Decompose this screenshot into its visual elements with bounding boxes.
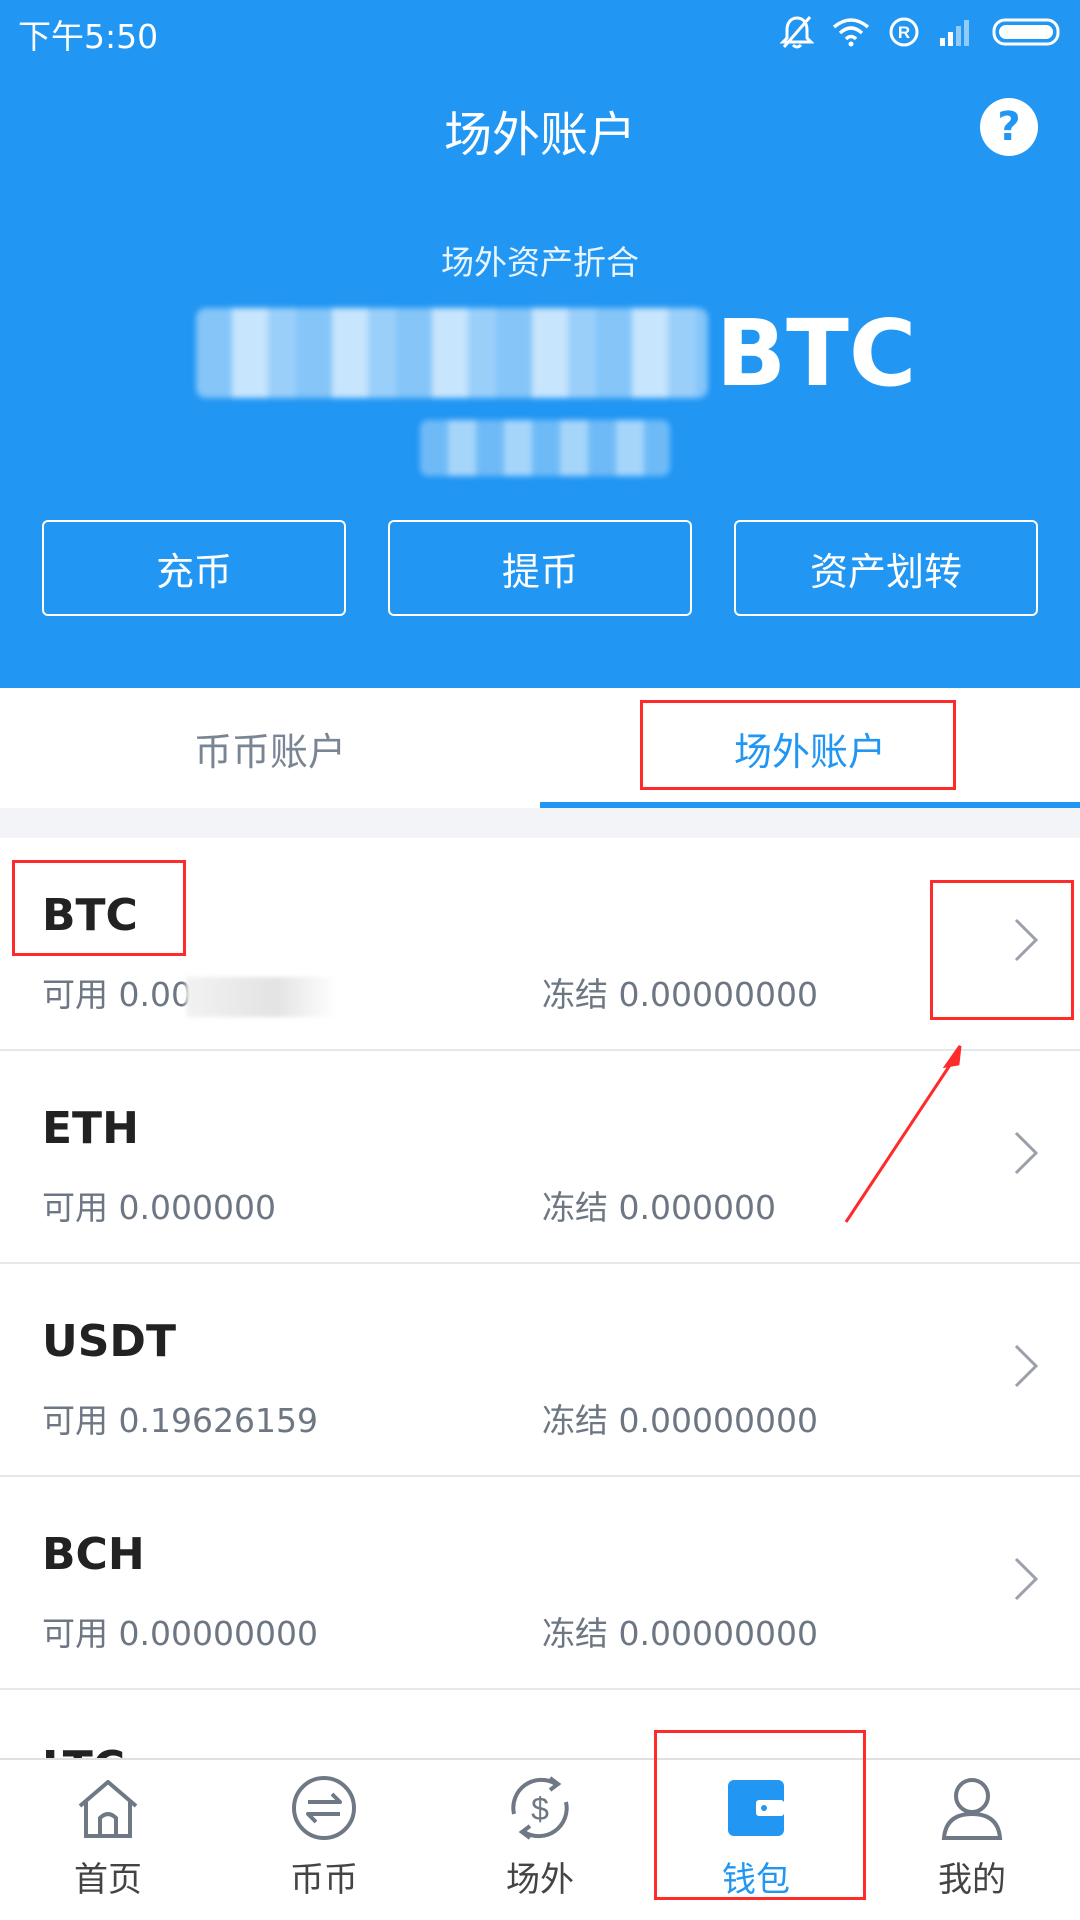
status-icons: R [780, 12, 1064, 52]
withdraw-button[interactable]: 提币 [388, 520, 692, 616]
chevron-right-icon[interactable] [1012, 1555, 1040, 1603]
action-buttons: 充币 提币 资产划转 [42, 520, 1038, 616]
account-list: BTC 可用 0.00 冻结 0.00000000 ETH 可用 0.00000… [0, 838, 1080, 1758]
list-item-ltc[interactable]: LTC [0, 1690, 1080, 1758]
available-balance: 可用 0.00000000 [42, 1614, 318, 1653]
list-item-usdt[interactable]: USDT 可用 0.19626159 冻结 0.00000000 [0, 1264, 1080, 1477]
chevron-right-icon[interactable] [1012, 1129, 1040, 1177]
coin-name: ETH [42, 1103, 139, 1154]
list-item-bch[interactable]: BCH 可用 0.00000000 冻结 0.00000000 [0, 1477, 1080, 1690]
blurred-balance [185, 976, 336, 1017]
status-time: 下午5:50 [18, 17, 159, 56]
available-balance: 可用 0.00 [42, 968, 336, 1017]
total-assets-blurred-value [196, 308, 708, 398]
available-balance: 可用 0.000000 [42, 1188, 276, 1227]
total-assets-unit: BTC [716, 300, 917, 407]
nav-wallet[interactable]: 钱包 [648, 1760, 864, 1920]
frozen-balance: 冻结 0.00000000 [542, 1401, 818, 1440]
nav-label: 场外 [506, 1860, 574, 1900]
available-balance-text: 可用 0.00 [42, 975, 192, 1014]
nav-profile[interactable]: 我的 [864, 1760, 1080, 1920]
nav-label: 钱包 [722, 1860, 790, 1900]
registered-icon: R [889, 17, 919, 47]
header: 下午5:50 R 场外账户 ? 场外资产折合 BTC 充币 提币 资产划转 [0, 0, 1080, 688]
asset-transfer-button[interactable]: 资产划转 [734, 520, 1038, 616]
status-bar: 下午5:50 R [0, 0, 1080, 60]
signal-icon [940, 20, 969, 46]
battery-icon [992, 18, 1060, 46]
account-tabs: 币币账户 场外账户 [0, 688, 1080, 808]
bottom-nav: 首页 币币 $ 场外 钱包 我的 [0, 1758, 1080, 1920]
nav-label: 首页 [74, 1860, 142, 1900]
otc-dollar-icon: $ [511, 1776, 569, 1840]
total-assets-label: 场外资产折合 [441, 243, 639, 282]
chevron-right-icon[interactable] [1012, 916, 1040, 964]
total-assets-fiat-blurred [420, 420, 670, 476]
wifi-icon [832, 18, 870, 47]
svg-text:$: $ [531, 1791, 549, 1827]
user-icon [941, 1778, 1003, 1840]
bell-muted-icon [780, 16, 814, 49]
page-title: 场外账户 [443, 107, 636, 163]
nav-label: 币币 [290, 1860, 358, 1900]
coin-name: BTC [42, 890, 138, 941]
chevron-right-icon[interactable] [1012, 1342, 1040, 1390]
nav-label: 我的 [938, 1860, 1006, 1900]
tab-otc-account[interactable]: 场外账户 [540, 688, 1080, 808]
frozen-balance: 冻结 0.000000 [542, 1188, 776, 1227]
list-item-btc[interactable]: BTC 可用 0.00 冻结 0.00000000 [0, 838, 1080, 1051]
coin-name: USDT [42, 1316, 176, 1367]
wallet-icon [728, 1780, 784, 1836]
tab-spot-account[interactable]: 币币账户 [0, 688, 540, 808]
coin-name: LTC [42, 1742, 125, 1758]
list-item-eth[interactable]: ETH 可用 0.000000 冻结 0.000000 [0, 1051, 1080, 1264]
home-icon [78, 1780, 138, 1838]
total-assets: BTC [0, 300, 1080, 410]
svg-text:R: R [898, 23, 910, 42]
available-balance: 可用 0.19626159 [42, 1401, 318, 1440]
nav-home[interactable]: 首页 [0, 1760, 216, 1920]
coin-name: BCH [42, 1529, 145, 1580]
frozen-balance: 冻结 0.00000000 [542, 975, 818, 1014]
exchange-icon [292, 1776, 356, 1840]
nav-exchange[interactable]: 币币 [216, 1760, 432, 1920]
frozen-balance: 冻结 0.00000000 [542, 1614, 818, 1653]
deposit-button[interactable]: 充币 [42, 520, 346, 616]
help-button[interactable]: ? [980, 98, 1038, 156]
nav-otc[interactable]: $ 场外 [432, 1760, 648, 1920]
